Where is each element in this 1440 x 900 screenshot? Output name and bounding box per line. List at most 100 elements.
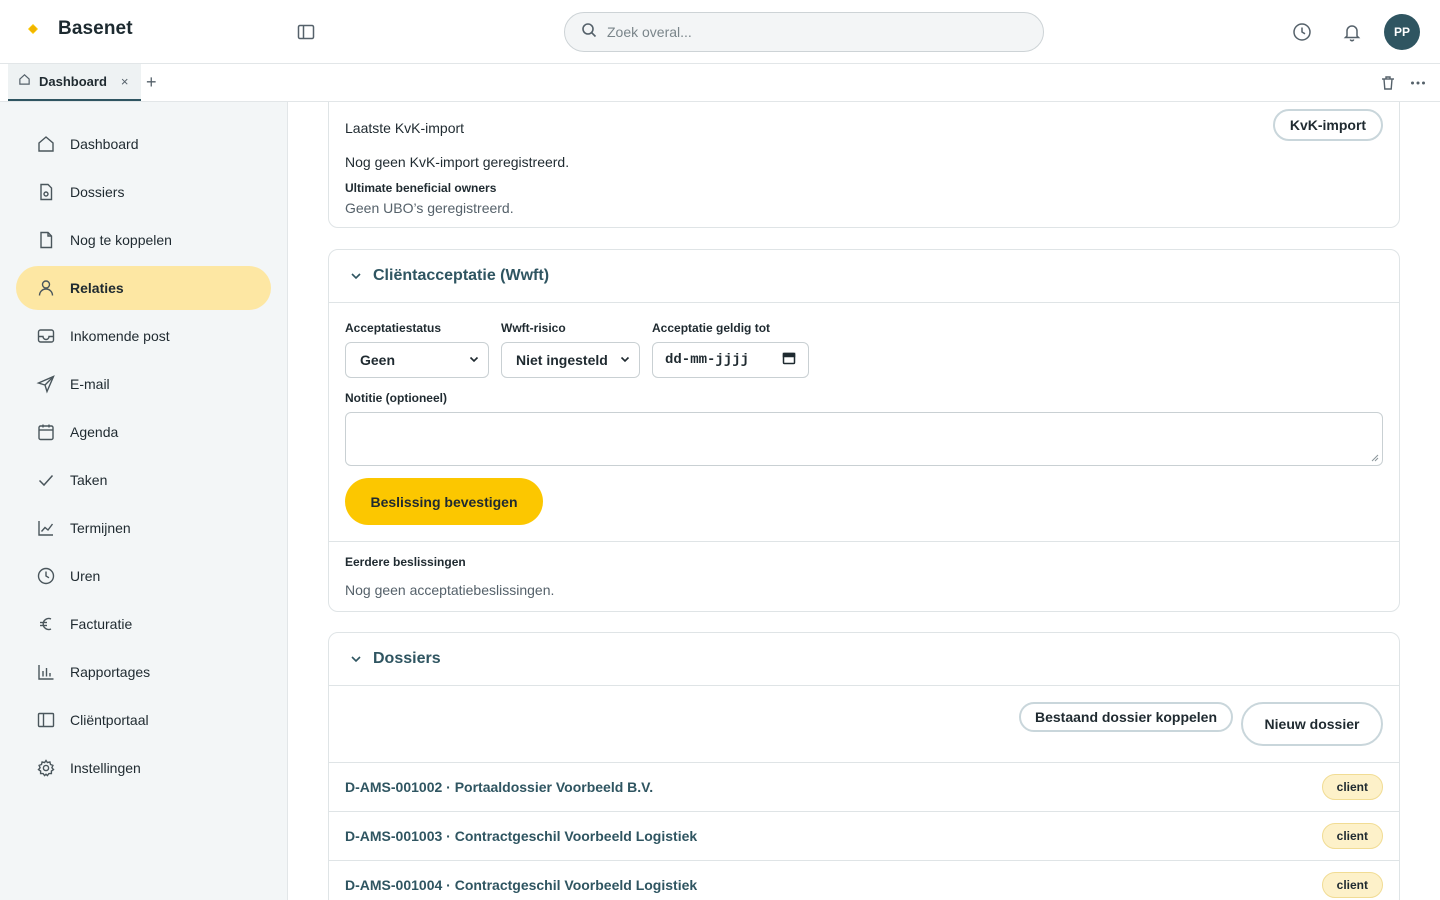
search-input[interactable] [607, 24, 1027, 40]
role-badge: client [1321, 872, 1383, 898]
confirm-decision-button[interactable]: Beslissing bevestigen [345, 478, 543, 525]
link-existing-dossier-button[interactable]: Bestaand dossier koppelen [1019, 702, 1233, 732]
ubo-label: Ultimate beneficial owners [345, 181, 497, 195]
risk-label: Wwft-risico [501, 321, 566, 335]
file-icon [36, 182, 56, 202]
tab-label: Dashboard [39, 74, 107, 89]
date-placeholder: dd-mm-jjjj [665, 352, 750, 368]
sidebar-item-facturatie[interactable]: Facturatie [16, 602, 271, 646]
home-icon [36, 134, 56, 154]
dossiers-card: Dossiers Bestaand dossier koppelen Nieuw… [328, 632, 1400, 900]
sidebar-item-label: Uren [70, 568, 101, 584]
acceptance-status-select[interactable]: Geen [345, 342, 489, 378]
sidebar-item-label: Dossiers [70, 184, 125, 200]
app-name: Basenet [58, 18, 133, 39]
global-search[interactable] [564, 12, 1044, 52]
kvk-import-button[interactable]: KvK-import [1273, 109, 1383, 141]
sidebar-item-e-mail[interactable]: E-mail [16, 362, 271, 406]
note-textarea[interactable] [345, 412, 1383, 466]
sidebar-item-label: Taken [70, 472, 108, 488]
chart-line-icon [36, 518, 56, 538]
brand[interactable]: Basenet [24, 18, 133, 40]
main-content: Laatste KvK-import KvK-import Nog geen K… [288, 102, 1440, 900]
sidebar-item-label: Cliëntportaal [70, 712, 149, 728]
sidebar-item-instellingen[interactable]: Instellingen [16, 746, 271, 790]
top-header: Basenet PP [0, 0, 1440, 64]
avatar[interactable]: PP [1384, 14, 1420, 50]
tab-dashboard[interactable]: Dashboard × [8, 64, 141, 101]
clock-icon [36, 566, 56, 586]
gear-icon [36, 758, 56, 778]
role-badge: client [1321, 823, 1383, 849]
previous-decisions-empty: Nog geen acceptatiebeslissingen. [345, 582, 555, 598]
bell-icon[interactable] [1341, 21, 1363, 43]
dossier-row[interactable]: D-AMS-001003 · Contractgeschil Voorbeeld… [329, 811, 1399, 860]
section-title: Dossiers [373, 650, 441, 667]
calendar-icon[interactable] [782, 351, 796, 370]
client-acceptance-card: Cliëntacceptatie (Wwft) Acceptatiestatus… [328, 249, 1400, 612]
kvk-card: Laatste KvK-import KvK-import Nog geen K… [328, 102, 1400, 228]
sidebar-item-taken[interactable]: Taken [16, 458, 271, 502]
add-tab-button[interactable]: + [146, 72, 157, 92]
sidebar-item-dashboard[interactable]: Dashboard [16, 122, 271, 166]
role-badge: client [1321, 774, 1383, 800]
dossiers-header[interactable]: Dossiers [329, 633, 1399, 686]
sidebar-item-dossiers[interactable]: Dossiers [16, 170, 271, 214]
sidebar-item-label: Relaties [70, 280, 124, 296]
trash-icon[interactable] [1379, 74, 1397, 92]
chevron-down-icon [349, 652, 363, 666]
calendar-icon [36, 422, 56, 442]
sidebar-item-relaties[interactable]: Relaties [16, 266, 271, 310]
wwft-risk-select[interactable]: Niet ingesteld [501, 342, 640, 378]
bar-chart-icon [36, 662, 56, 682]
select-value: Geen [360, 352, 396, 368]
inbox-icon [36, 326, 56, 346]
valid-until-date-input[interactable]: dd-mm-jjjj [652, 342, 809, 378]
chevron-down-icon [349, 269, 363, 283]
kvk-title: Laatste KvK-import [345, 120, 465, 136]
home-icon [18, 73, 31, 91]
sidebar-item-label: Facturatie [70, 616, 133, 632]
sidebar-item-inkomende-post[interactable]: Inkomende post [16, 314, 271, 358]
sidebar-item-label: E-mail [70, 376, 110, 392]
sidebar-item-label: Nog te koppelen [70, 232, 172, 248]
valid-until-label: Acceptatie geldig tot [652, 321, 771, 335]
new-dossier-button[interactable]: Nieuw dossier [1241, 702, 1383, 746]
sidebar-item-label: Inkomende post [70, 328, 170, 344]
dossier-title[interactable]: D-AMS-001002 · Portaaldossier Voorbeeld … [345, 779, 653, 795]
history-clock-icon[interactable] [1291, 21, 1313, 43]
sidebar-toggle-icon[interactable] [296, 22, 316, 42]
sidebar-item-agenda[interactable]: Agenda [16, 410, 271, 454]
divider [329, 541, 1399, 542]
tab-close-icon[interactable]: × [121, 74, 129, 89]
more-options-icon[interactable] [1409, 74, 1427, 92]
kvk-empty-text: Nog geen KvK-import geregistreerd. [345, 154, 570, 170]
dossier-row[interactable]: D-AMS-001004 · Contractgeschil Voorbeeld… [329, 860, 1399, 900]
user-icon [36, 278, 56, 298]
ubo-empty-text: Geen UBO’s geregistreerd. [345, 200, 514, 216]
dossier-row[interactable]: D-AMS-001002 · Portaaldossier Voorbeeld … [329, 762, 1399, 811]
sidebar-item-label: Instellingen [70, 760, 141, 776]
client-acceptance-header[interactable]: Cliëntacceptatie (Wwft) [329, 250, 1399, 303]
sidebar-item-rapportages[interactable]: Rapportages [16, 650, 271, 694]
status-label: Acceptatiestatus [345, 321, 442, 335]
euro-icon [36, 614, 56, 634]
sidebar-item-nog-te-koppelen[interactable]: Nog te koppelen [16, 218, 271, 262]
sidebar-item-uren[interactable]: Uren [16, 554, 271, 598]
check-icon [36, 470, 56, 490]
dossier-title[interactable]: D-AMS-001004 · Contractgeschil Voorbeeld… [345, 877, 697, 893]
sidebar-nav: Dashboard Dossiers Nog te koppelen Relat… [16, 122, 271, 794]
send-icon [36, 374, 56, 394]
chevron-down-icon [619, 352, 631, 368]
chevron-down-icon [468, 352, 480, 368]
section-title: Cliëntacceptatie (Wwft) [373, 267, 550, 284]
select-value: Niet ingesteld [516, 352, 608, 368]
previous-decisions-label: Eerdere beslissingen [345, 555, 466, 569]
note-label: Notitie (optioneel) [345, 391, 447, 405]
sidebar-item-clientportaal[interactable]: Cliëntportaal [16, 698, 271, 742]
sidebar-item-label: Agenda [70, 424, 119, 440]
dossier-title[interactable]: D-AMS-001003 · Contractgeschil Voorbeeld… [345, 828, 697, 844]
sidebar-item-label: Termijnen [70, 520, 131, 536]
sidebar-item-termijnen[interactable]: Termijnen [16, 506, 271, 550]
sidebar-item-label: Rapportages [70, 664, 151, 680]
